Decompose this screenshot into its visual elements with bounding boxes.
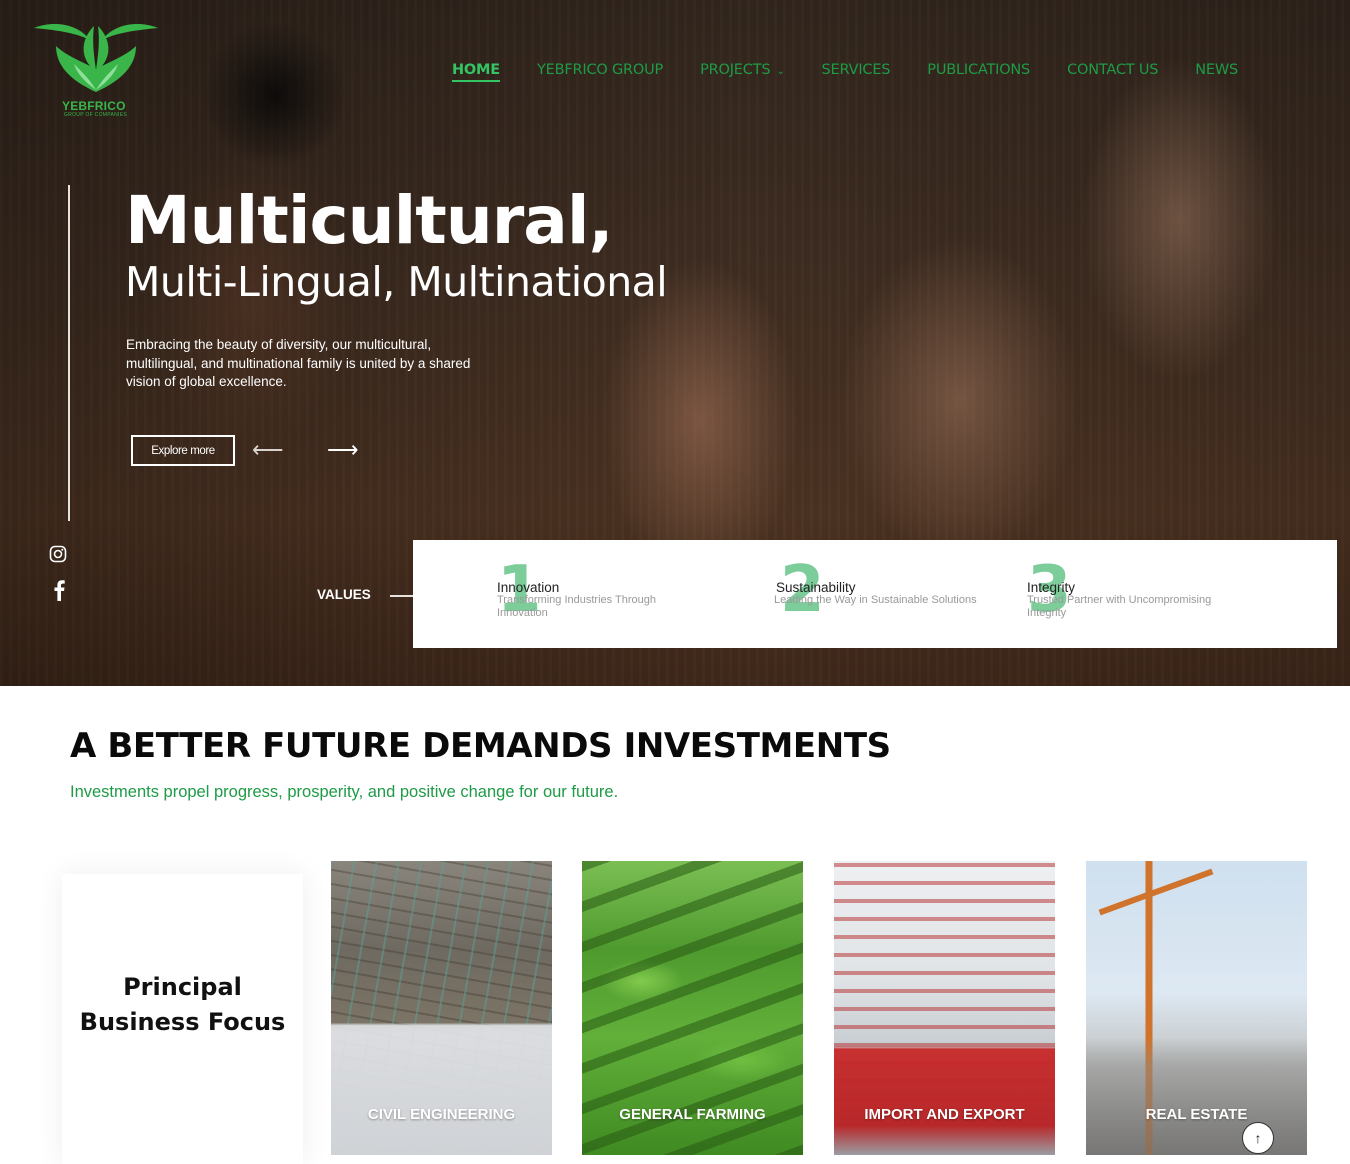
arrow-up-icon[interactable]: ↑	[1242, 1122, 1274, 1154]
chevron-down-icon: ⌄	[776, 66, 785, 77]
tile-label: GENERAL FARMING	[619, 1106, 766, 1123]
value-subtitle: Leading the Way in Sustainable Solutions	[774, 594, 977, 606]
focus-card: Principal Business Focus	[62, 874, 303, 1164]
nav-publications[interactable]: PUBLICATIONS	[927, 62, 1030, 82]
brand-name: YEBFRICO	[62, 99, 126, 113]
focus-title: Principal Business Focus	[79, 973, 286, 1036]
value-subtitle: Transforming Industries Through Innovati…	[497, 594, 656, 619]
brand-tagline: GROUP OF COMPANIES	[64, 112, 127, 118]
values-panel: 1 Innovation Transforming Industries Thr…	[413, 540, 1337, 648]
nav-contact-us[interactable]: CONTACT US	[1067, 62, 1158, 82]
nav-news[interactable]: NEWS	[1195, 62, 1238, 82]
section-title: A BETTER FUTURE DEMANDS INVESTMENTS	[70, 726, 891, 766]
arrow-right-icon[interactable]: ⟶	[327, 439, 359, 461]
value-title: Innovation	[497, 580, 560, 595]
value-title: Integrity	[1027, 580, 1076, 595]
explore-more-button[interactable]: Explore more	[131, 435, 235, 466]
nav-yebfrico-group[interactable]: YEBFRICO GROUP	[537, 62, 663, 82]
section-subtitle: Investments propel progress, prosperity,…	[70, 783, 619, 801]
tile-civil-engineering[interactable]: CIVIL ENGINEERING	[331, 861, 552, 1155]
tile-label: IMPORT AND EXPORT	[864, 1106, 1025, 1123]
main-nav: HOME YEBFRICO GROUP PROJECTS ⌄ SERVICES P…	[452, 62, 1275, 82]
nav-home[interactable]: HOME	[452, 62, 500, 82]
hero-section: YEBFRICO GROUP OF COMPANIES HOME YEBFRIC…	[0, 0, 1350, 686]
nav-projects[interactable]: PROJECTS ⌄	[700, 62, 785, 82]
arrow-left-icon[interactable]: ⟵	[252, 439, 284, 461]
hero-description: Embracing the beauty of diversity, our m…	[126, 337, 471, 389]
tile-real-estate[interactable]: REAL ESTATE	[1086, 861, 1307, 1155]
instagram-icon[interactable]	[49, 545, 67, 563]
tile-general-farming[interactable]: GENERAL FARMING	[582, 861, 803, 1155]
facebook-icon[interactable]	[53, 579, 65, 601]
tile-label: REAL ESTATE	[1145, 1106, 1248, 1123]
nav-services[interactable]: SERVICES	[822, 62, 891, 82]
tile-label: CIVIL ENGINEERING	[367, 1106, 516, 1123]
nav-projects-label: PROJECTS	[700, 62, 771, 78]
hero-subtitle: Multi-Lingual, Multinational	[125, 258, 668, 306]
value-title: Sustainability	[776, 580, 856, 595]
values-label: VALUES	[317, 587, 371, 602]
hero-divider	[68, 185, 70, 521]
hero-title: Multicultural,	[125, 182, 614, 259]
tile-import-and-export[interactable]: IMPORT AND EXPORT	[834, 861, 1055, 1155]
value-subtitle: Trusted Partner with Uncompromising Inte…	[1027, 594, 1212, 619]
